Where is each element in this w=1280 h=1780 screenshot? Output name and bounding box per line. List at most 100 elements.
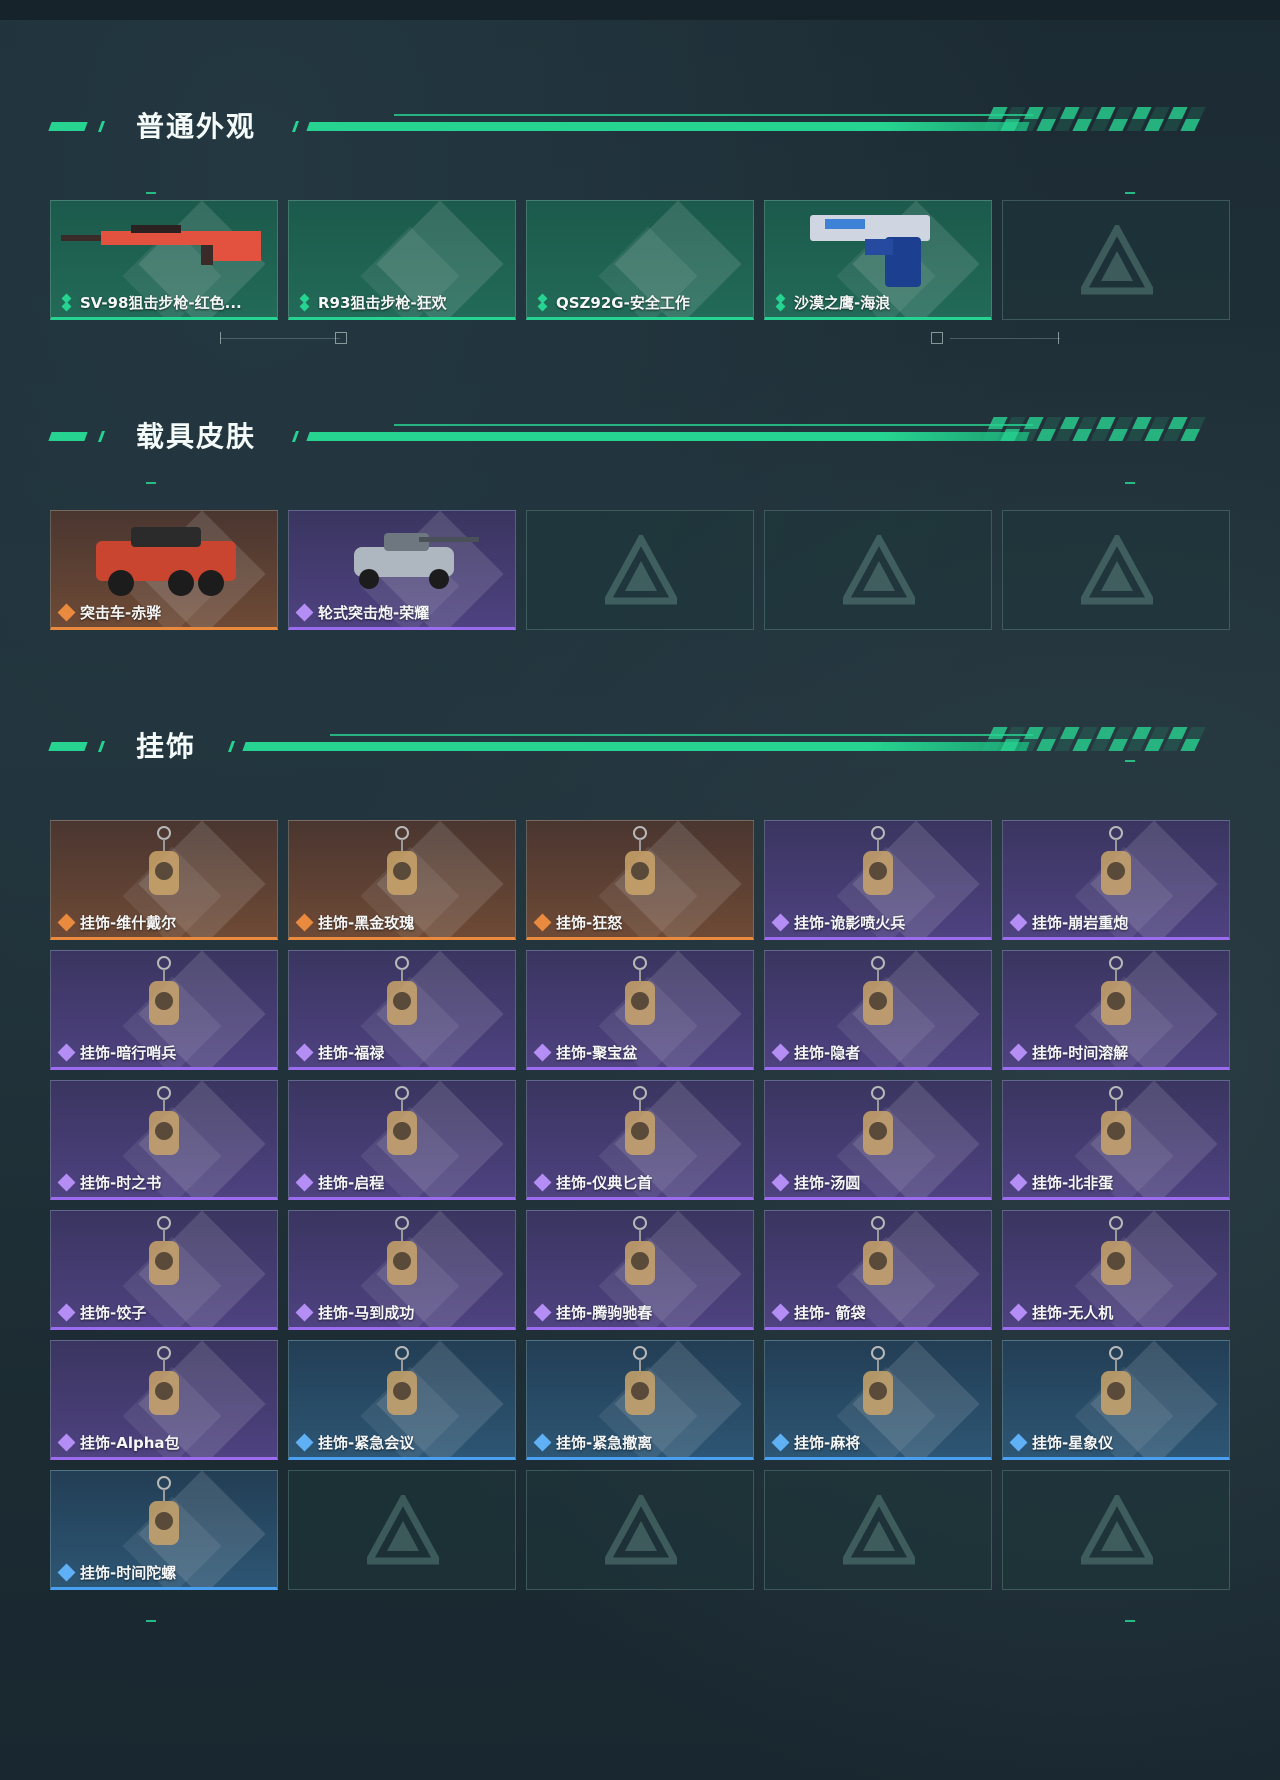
header-thin-line — [394, 114, 1033, 116]
item-label-row: 挂饰-时间陀螺 — [57, 1562, 177, 1583]
item-name: 挂饰- 箭袋 — [794, 1304, 866, 1322]
item-label-row: 挂饰-无人机 — [1009, 1302, 1113, 1323]
game-logo-icon — [1081, 535, 1153, 605]
charm-icon — [149, 826, 179, 895]
empty-slot[interactable] — [1002, 510, 1230, 630]
charm-icon — [387, 1086, 417, 1155]
item-card[interactable]: 轮式突击炮-荣耀 — [288, 510, 516, 630]
item-card[interactable]: SV-98狙击步枪-红色... — [50, 200, 278, 320]
item-card[interactable]: 挂饰-北非蛋 — [1002, 1080, 1230, 1200]
item-card[interactable]: 沙漠之鹰-海浪 — [764, 200, 992, 320]
game-logo-icon — [1081, 1495, 1153, 1565]
charm-icon — [625, 956, 655, 1025]
item-card[interactable]: 挂饰-麻将 — [764, 1340, 992, 1460]
item-label-row: 挂饰-黑金玫瑰 — [295, 912, 414, 933]
item-card[interactable]: 挂饰-紧急会议 — [288, 1340, 516, 1460]
rarity-diamond-icon — [57, 1173, 76, 1191]
header-checker-pattern — [982, 727, 1206, 751]
charm-icon — [1101, 956, 1131, 1025]
item-name: 挂饰-时间溶解 — [1032, 1044, 1129, 1062]
game-logo-icon — [843, 1495, 915, 1565]
item-card[interactable]: QSZ92G-安全工作 — [526, 200, 754, 320]
item-card[interactable]: 挂饰-聚宝盆 — [526, 950, 754, 1070]
item-card[interactable]: 挂饰-隐者 — [764, 950, 992, 1070]
header-accent-tick — [97, 741, 106, 752]
item-card[interactable]: 挂饰-饺子 — [50, 1210, 278, 1330]
item-card[interactable]: 挂饰-黑金玫瑰 — [288, 820, 516, 940]
item-card[interactable]: 突击车-赤骅 — [50, 510, 278, 630]
empty-slot[interactable] — [764, 510, 992, 630]
item-card[interactable]: 挂饰-崩岩重炮 — [1002, 820, 1230, 940]
header-accent-tick — [291, 121, 300, 132]
rarity-diamond-icon — [773, 293, 789, 311]
charm-icon — [149, 1216, 179, 1285]
charm-icon — [863, 1216, 893, 1285]
corner-marker — [146, 482, 156, 484]
item-card[interactable]: 挂饰-福禄 — [288, 950, 516, 1070]
rarity-diamond-icon — [295, 1173, 314, 1191]
empty-slot[interactable] — [526, 510, 754, 630]
item-name: 挂饰-紧急会议 — [318, 1434, 415, 1452]
item-label-row: 挂饰-马到成功 — [295, 1302, 414, 1323]
empty-slot[interactable] — [526, 1470, 754, 1590]
charm-icon — [149, 1346, 179, 1415]
header-accent-tick — [97, 431, 106, 442]
item-label-row: 挂饰-时间溶解 — [1009, 1042, 1129, 1063]
rarity-diamond-icon — [1009, 913, 1028, 931]
empty-slot[interactable] — [1002, 200, 1230, 320]
section-title: 普通外观 — [136, 110, 257, 143]
charm-icon — [863, 826, 893, 895]
rarity-diamond-icon — [533, 913, 552, 931]
item-card[interactable]: 挂饰-紧急撤离 — [526, 1340, 754, 1460]
rarity-diamond-icon — [535, 293, 551, 311]
game-logo-icon — [1081, 225, 1153, 295]
charm-icon — [863, 1346, 893, 1415]
item-name: 挂饰-腾驹驰春 — [556, 1304, 653, 1322]
empty-slot[interactable] — [764, 1470, 992, 1590]
header-progress-bar — [306, 122, 1030, 131]
corner-marker — [146, 192, 156, 194]
item-name: 挂饰-仪典匕首 — [556, 1174, 653, 1192]
item-label-row: 挂饰-福禄 — [295, 1042, 385, 1063]
header-thin-line — [394, 424, 1033, 426]
header-checker-pattern — [982, 417, 1206, 441]
rarity-diamond-icon — [771, 1433, 790, 1451]
game-logo-icon — [367, 1495, 439, 1565]
rarity-diamond-icon — [533, 1043, 552, 1061]
section-header: 载具皮肤 — [48, 415, 1238, 455]
item-name: 挂饰-Alpha包 — [80, 1434, 180, 1452]
item-card[interactable]: 挂饰-时间溶解 — [1002, 950, 1230, 1070]
item-card[interactable]: 挂饰-马到成功 — [288, 1210, 516, 1330]
item-card[interactable]: 挂饰-Alpha包 — [50, 1340, 278, 1460]
item-name: 挂饰-福禄 — [318, 1044, 385, 1062]
item-name: 挂饰-暗行哨兵 — [80, 1044, 177, 1062]
charm-icon — [625, 1346, 655, 1415]
empty-slot[interactable] — [288, 1470, 516, 1590]
item-card[interactable]: 挂饰-汤圆 — [764, 1080, 992, 1200]
item-card[interactable]: 挂饰-无人机 — [1002, 1210, 1230, 1330]
item-card[interactable]: 挂饰-诡影喷火兵 — [764, 820, 992, 940]
item-card[interactable]: 挂饰-狂怒 — [526, 820, 754, 940]
item-card[interactable]: 挂饰-时间陀螺 — [50, 1470, 278, 1590]
item-name: 挂饰-时间陀螺 — [80, 1564, 177, 1582]
item-label-row: 挂饰-维什戴尔 — [57, 912, 176, 933]
charm-icon — [1101, 826, 1131, 895]
rarity-diamond-icon — [295, 1043, 314, 1061]
item-name: 挂饰-紧急撤离 — [556, 1434, 653, 1452]
header-progress-bar — [242, 742, 1030, 751]
item-label-row: 挂饰-狂怒 — [533, 912, 622, 933]
timeline-node — [931, 332, 943, 344]
item-card[interactable]: 挂饰-时之书 — [50, 1080, 278, 1200]
empty-slot[interactable] — [1002, 1470, 1230, 1590]
item-card[interactable]: 挂饰-暗行哨兵 — [50, 950, 278, 1070]
timeline-node — [335, 332, 347, 344]
rarity-diamond-icon — [57, 913, 76, 931]
item-card[interactable]: 挂饰-启程 — [288, 1080, 516, 1200]
item-card[interactable]: 挂饰-腾驹驰春 — [526, 1210, 754, 1330]
item-card[interactable]: 挂饰-仪典匕首 — [526, 1080, 754, 1200]
item-card[interactable]: R93狙击步枪-狂欢 — [288, 200, 516, 320]
item-card[interactable]: 挂饰-星象仪 — [1002, 1340, 1230, 1460]
charm-icon — [1101, 1216, 1131, 1285]
item-card[interactable]: 挂饰-维什戴尔 — [50, 820, 278, 940]
item-card[interactable]: 挂饰- 箭袋 — [764, 1210, 992, 1330]
